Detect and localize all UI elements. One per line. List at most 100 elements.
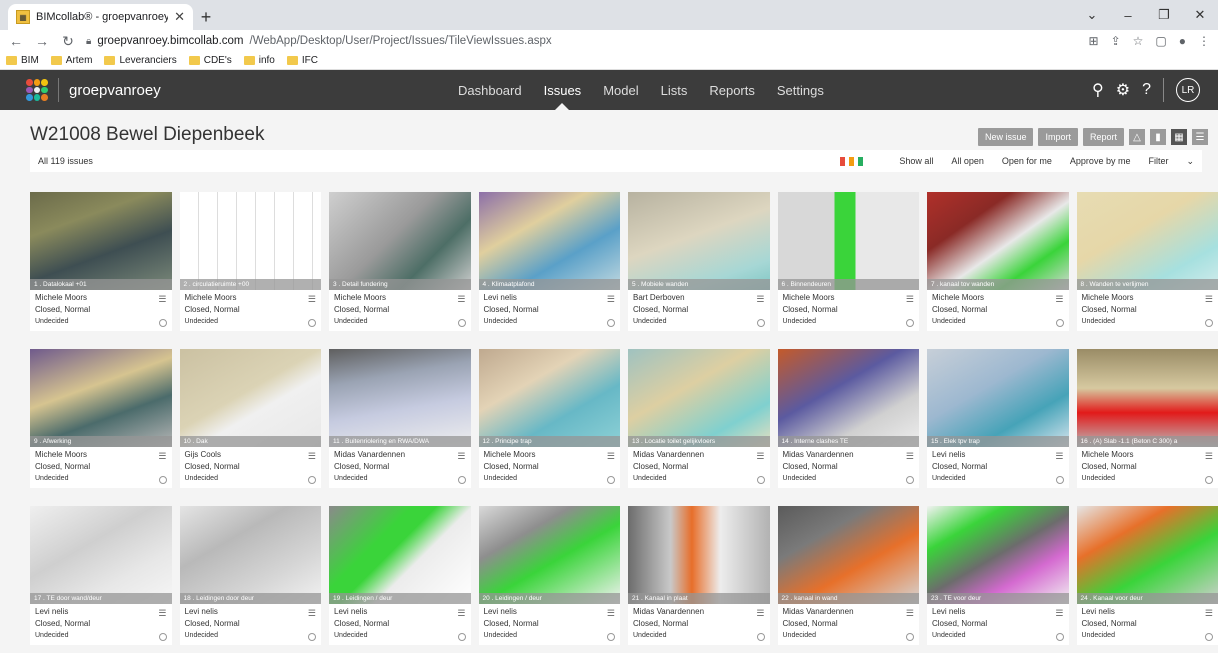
- bookmark-folder[interactable]: CDE's: [188, 55, 232, 66]
- select-circle-icon[interactable]: [1055, 319, 1064, 327]
- select-circle-icon[interactable]: [1205, 476, 1213, 484]
- filter-show-all[interactable]: Show all: [899, 156, 933, 166]
- issue-tile[interactable]: 4 . Klimaatplafond Levi nelis Closed, No…: [478, 192, 620, 331]
- hamburger-menu-icon[interactable]: ☰: [607, 293, 615, 305]
- issue-thumbnail[interactable]: 18 . Leidingen door deur: [179, 506, 321, 604]
- issue-tile[interactable]: 3 . Detail fundering Michele Moors Close…: [329, 192, 471, 331]
- bookmark-star-icon[interactable]: ☆: [1133, 34, 1144, 48]
- hamburger-menu-icon[interactable]: ☰: [1205, 293, 1213, 305]
- issue-thumbnail[interactable]: 22 . kanaal in wand: [777, 506, 919, 604]
- hamburger-menu-icon[interactable]: ☰: [906, 607, 914, 619]
- nav-settings[interactable]: Settings: [777, 70, 824, 110]
- issue-tile[interactable]: 21 . Kanaal in plaat Midas Vanardennen C…: [628, 506, 770, 645]
- issue-thumbnail[interactable]: 16 . (A) Slab -1.1 (Beton C 300) a: [1076, 349, 1218, 447]
- issue-tile[interactable]: 17 . TE door wand/deur Levi nelis Closed…: [30, 506, 172, 645]
- close-window-icon[interactable]: ✕: [1182, 7, 1218, 23]
- select-circle-icon[interactable]: [1205, 633, 1213, 641]
- hamburger-menu-icon[interactable]: ☰: [158, 293, 166, 305]
- issue-thumbnail[interactable]: 12 . Principe trap: [478, 349, 620, 447]
- issue-thumbnail[interactable]: 8 . Wanden te verlijmen: [1076, 192, 1218, 290]
- issue-tile[interactable]: 1 . Datalokaal +01 Michele Moors Closed,…: [30, 192, 172, 331]
- issue-thumbnail[interactable]: 23 . TE voor deur: [927, 506, 1069, 604]
- flag-green-icon[interactable]: [858, 156, 864, 166]
- close-tab-icon[interactable]: ✕: [174, 9, 185, 25]
- select-circle-icon[interactable]: [756, 633, 765, 641]
- hamburger-menu-icon[interactable]: ☰: [457, 607, 465, 619]
- hamburger-menu-icon[interactable]: ☰: [607, 607, 615, 619]
- forward-icon[interactable]: →: [34, 33, 50, 49]
- chevron-down-icon[interactable]: ⌄: [1186, 156, 1194, 167]
- issue-tile[interactable]: 23 . TE voor deur Levi nelis Closed, Nor…: [927, 506, 1069, 645]
- hamburger-menu-icon[interactable]: ☰: [457, 293, 465, 305]
- chart-view-icon[interactable]: ▮: [1150, 129, 1166, 145]
- issue-thumbnail[interactable]: 14 . Interne clashes TE: [777, 349, 919, 447]
- issue-thumbnail[interactable]: 17 . TE door wand/deur: [30, 506, 172, 604]
- minimize-icon[interactable]: –: [1110, 8, 1146, 23]
- nav-lists[interactable]: Lists: [661, 70, 688, 110]
- select-circle-icon[interactable]: [1055, 633, 1064, 641]
- hamburger-menu-icon[interactable]: ☰: [1055, 450, 1063, 462]
- avatar[interactable]: LR: [1176, 78, 1200, 102]
- bookmark-folder[interactable]: Artem: [50, 55, 92, 66]
- bookmark-folder[interactable]: info: [243, 55, 275, 66]
- select-circle-icon[interactable]: [158, 633, 167, 641]
- import-button[interactable]: Import: [1038, 128, 1078, 146]
- select-circle-icon[interactable]: [308, 633, 316, 641]
- new-issue-button[interactable]: New issue: [977, 128, 1034, 146]
- issue-tile[interactable]: 7 . kanaal tov wanden Michele Moors Clos…: [927, 192, 1069, 331]
- issue-tile[interactable]: 16 . (A) Slab -1.1 (Beton C 300) a Miche…: [1076, 349, 1218, 488]
- issue-tile[interactable]: 14 . Interne clashes TE Midas Vanardenne…: [777, 349, 919, 488]
- hamburger-menu-icon[interactable]: ☰: [1205, 607, 1213, 619]
- hamburger-menu-icon[interactable]: ☰: [756, 293, 764, 305]
- issue-thumbnail[interactable]: 7 . kanaal tov wanden: [927, 192, 1069, 290]
- select-circle-icon[interactable]: [607, 633, 615, 641]
- reload-icon[interactable]: ↻: [60, 33, 76, 50]
- hamburger-menu-icon[interactable]: ☰: [1205, 450, 1213, 462]
- hamburger-menu-icon[interactable]: ☰: [308, 450, 316, 462]
- issue-tile[interactable]: 22 . kanaal in wand Midas Vanardennen Cl…: [777, 506, 919, 645]
- hamburger-menu-icon[interactable]: ☰: [906, 293, 914, 305]
- url-field[interactable]: 🔒︎ groepvanroey.bimcollab.com/WebApp/Des…: [86, 35, 1079, 47]
- select-circle-icon[interactable]: [457, 476, 466, 484]
- nav-issues[interactable]: Issues: [544, 70, 581, 110]
- browser-tab[interactable]: ▦ BIMcollab® - groepvanroey ✕: [8, 4, 193, 30]
- issue-thumbnail[interactable]: 13 . Locatie toilet gelijkvloers: [628, 349, 770, 447]
- issue-thumbnail[interactable]: 4 . Klimaatplafond: [478, 192, 620, 290]
- browser-menu-icon[interactable]: ⋮: [1198, 34, 1210, 48]
- flag-orange-icon[interactable]: [849, 156, 855, 166]
- filter-all-open[interactable]: All open: [951, 156, 984, 166]
- issue-thumbnail[interactable]: 5 . Mobiele wanden: [628, 192, 770, 290]
- hamburger-menu-icon[interactable]: ☰: [756, 607, 764, 619]
- issue-thumbnail[interactable]: 3 . Detail fundering: [329, 192, 471, 290]
- issue-tile[interactable]: 10 . Dak Gijs Cools Closed, Normal Undec…: [179, 349, 321, 488]
- hamburger-menu-icon[interactable]: ☰: [158, 607, 166, 619]
- nav-model[interactable]: Model: [603, 70, 638, 110]
- issue-tile[interactable]: 13 . Locatie toilet gelijkvloers Midas V…: [628, 349, 770, 488]
- issue-thumbnail[interactable]: 15 . Elek tpv trap: [927, 349, 1069, 447]
- issue-thumbnail[interactable]: 1 . Datalokaal +01: [30, 192, 172, 290]
- issue-thumbnail[interactable]: 9 . Afwerking: [30, 349, 172, 447]
- report-button[interactable]: Report: [1082, 128, 1124, 146]
- issue-tile[interactable]: 20 . Leidingen / deur Levi nelis Closed,…: [478, 506, 620, 645]
- issue-tile[interactable]: 19 . Leidingen / deur Levi nelis Closed,…: [329, 506, 471, 645]
- hamburger-menu-icon[interactable]: ☰: [607, 450, 615, 462]
- select-circle-icon[interactable]: [906, 633, 914, 641]
- new-tab-button[interactable]: +: [193, 4, 219, 30]
- issue-thumbnail[interactable]: 6 . Binnendeuren: [777, 192, 919, 290]
- issue-tile[interactable]: 8 . Wanden te verlijmen Michele Moors Cl…: [1076, 192, 1218, 331]
- gear-icon[interactable]: ⚙: [1116, 80, 1130, 100]
- issue-tile[interactable]: 18 . Leidingen door deur Levi nelis Clos…: [179, 506, 321, 645]
- translate-icon[interactable]: ⊞: [1089, 34, 1099, 48]
- flag-red-icon[interactable]: [840, 156, 846, 166]
- bookmark-folder[interactable]: BIM: [6, 55, 39, 66]
- sidepanel-icon[interactable]: ▢: [1155, 34, 1166, 48]
- filter-open-for-me[interactable]: Open for me: [1002, 156, 1052, 166]
- issue-tile[interactable]: 11 . Buitenriolering en RWA/DWA Midas Va…: [329, 349, 471, 488]
- hamburger-menu-icon[interactable]: ☰: [756, 450, 764, 462]
- nav-dashboard[interactable]: Dashboard: [458, 70, 522, 110]
- filter-dropdown[interactable]: Filter: [1148, 156, 1168, 166]
- back-icon[interactable]: ←: [8, 33, 24, 49]
- nav-reports[interactable]: Reports: [709, 70, 755, 110]
- issue-thumbnail[interactable]: 11 . Buitenriolering en RWA/DWA: [329, 349, 471, 447]
- select-circle-icon[interactable]: [756, 319, 765, 327]
